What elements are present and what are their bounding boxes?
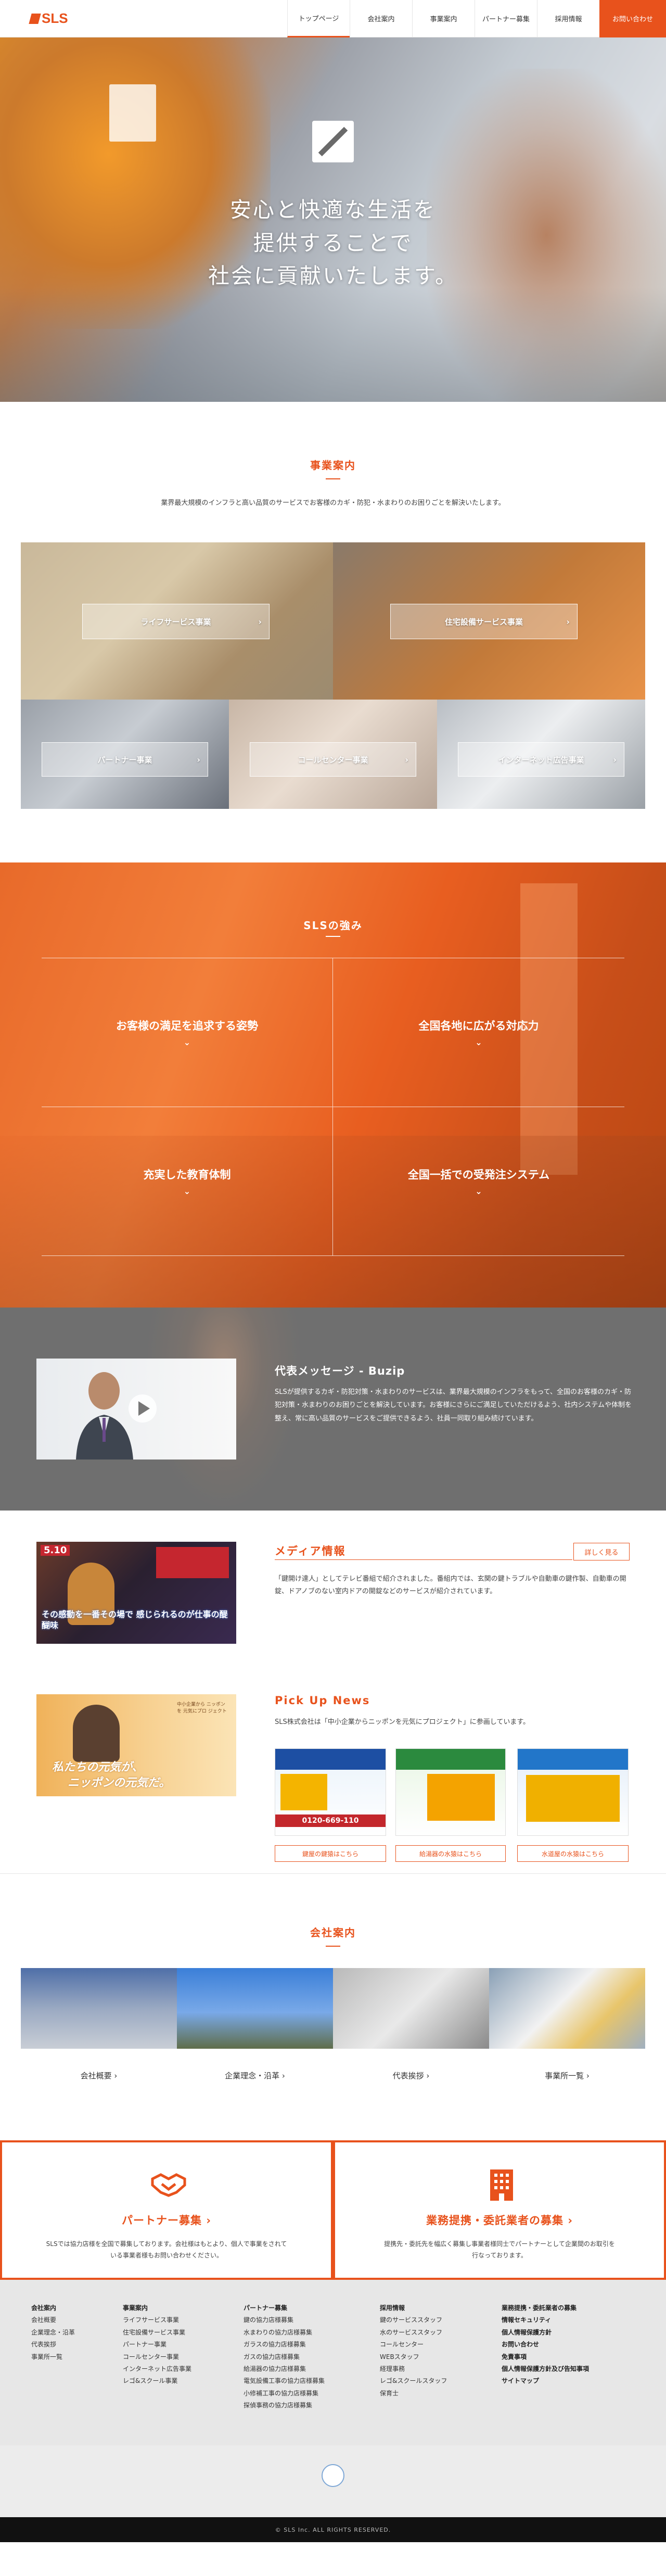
brand-emblem-icon (312, 121, 354, 162)
business-section: 事業案内 業界最大規模のインフラと高い品質のサービスでお客様のカギ・防犯・水まわ… (0, 402, 666, 809)
chevron-right-icon: › (405, 754, 408, 765)
privacy-mark-icon (322, 2464, 344, 2487)
message-section: 代表メッセージ - Buzip SLSが提供するカギ・防犯対策・水まわりのサービ… (0, 1308, 666, 1511)
pickup-title: Pick Up News (275, 1694, 370, 1707)
strength-item-order-system[interactable]: 全国一括での受発注システム ⌄ (333, 1107, 624, 1256)
chevron-right-icon: › (613, 754, 617, 765)
business-tiles: ライフサービス事業 › 住宅設備サービス事業 › パートナー事業 › コールセンター事… (21, 542, 645, 809)
pickup-thumbnail[interactable]: 中小企業から ニッポンを 元気にプロ ジェクト 私たちの元気が、 ニッポンの元気… (36, 1694, 236, 1796)
hero-title: 安心と快適な生活を 提供することで 社会に貢献いたします。 (208, 197, 458, 289)
strength-item-coverage[interactable]: 全国各地に広がる対応力 ⌄ (333, 958, 624, 1107)
business-partner-box[interactable]: 業務提携・委託業者の募集 › 提携先・委託先を幅広く募集し事業者様同士でパートナ… (333, 2140, 666, 2280)
strength-item-education[interactable]: 充実した教育体制 ⌄ (42, 1107, 333, 1256)
nav-item-business[interactable]: 事業案内 (412, 0, 475, 37)
tile-callcenter[interactable]: コールセンター事業 › (229, 700, 437, 809)
footer-col-business: 事業案内 ライフサービス事業 住宅設備サービス事業 パートナー事業 コールセンタ… (123, 2304, 192, 2385)
strengths-section: SLSの強み お客様の満足を追求する姿勢 ⌄ 全国各地に広がる対応力 ⌄ 充実した教… (0, 862, 666, 1308)
message-title: 代表メッセージ - Buzip (275, 1365, 405, 1377)
building-icon (487, 2168, 516, 2201)
company-overview-image[interactable] (21, 1968, 177, 2049)
media-body: 「鍵開け達人」としてテレビ番組で紹介されました。番組内では、玄関の鍵トラブルや自… (275, 1575, 626, 1596)
partner-recruit-box[interactable]: パートナー募集 › SLSでは協力店様を全国で募集しております。会社様はもとより… (0, 2140, 333, 2280)
company-link-overview[interactable]: 会社概要 › (21, 2070, 177, 2081)
footer-col-company: 会社案内 会社概要 企業理念・沿革 代表挨拶 事業所一覧 (31, 2304, 75, 2361)
hero: 安心と快適な生活を 提供することで 社会に貢献いたします。 (0, 37, 666, 402)
offices-image[interactable] (489, 1968, 645, 2049)
link-key-button[interactable]: 鍵屋の鍵猿はこちら (275, 1845, 386, 1862)
nav-item-recruit[interactable]: 採用情報 (537, 0, 599, 37)
company-links: 会社概要 › 企業理念・沿革 › 代表挨拶 › 事業所一覧 › (21, 1968, 645, 2088)
copyright: © SLS Inc. ALL RIGHTS RESERVED. (0, 2517, 666, 2542)
message-body: SLSが提供するカギ・防犯対策・水まわりのサービスは、業界最大規模のインフラをも… (275, 1388, 632, 1423)
pickup-section: 中小企業から ニッポンを 元気にプロ ジェクト 私たちの元気が、 ニッポンの元気… (0, 1694, 666, 1873)
footer-col-recruit: 採用情報 鍵のサービススタッフ 水のサービススタッフ コールセンター WEBスタ… (380, 2304, 447, 2397)
nav-item-top[interactable]: トップページ (287, 0, 350, 37)
chevron-right-icon: › (566, 616, 570, 627)
pickup-body: SLS株式会社は「中小企業からニッポンを元気にプロジェクト」に参画しています。 (275, 1718, 530, 1726)
link-water-heater-button[interactable]: 給湯器の水猿はこちら (395, 1845, 506, 1862)
company-link-greeting[interactable]: 代表挨拶 › (333, 2070, 489, 2081)
company-link-philosophy[interactable]: 企業理念・沿革 › (177, 2070, 333, 2081)
tile-housing-service[interactable]: 住宅設備サービス事業 › (333, 542, 645, 700)
nav-item-company[interactable]: 会社案内 (350, 0, 412, 37)
id-badge-image (109, 84, 156, 142)
chevron-down-icon: ⌄ (475, 1186, 482, 1196)
logo-mark-icon (29, 13, 41, 24)
media-more-button[interactable]: 詳しく見る (573, 1543, 630, 1560)
media-section: 5.10 その感動を一番その場で 感じられるのが仕事の醍醐味 メディア情報 詳し… (0, 1511, 666, 1694)
ad-water-banner[interactable] (517, 1748, 629, 1836)
site-logo[interactable]: SLS (29, 10, 68, 27)
media-title: メディア情報 (275, 1545, 346, 1557)
strength-item-satisfaction[interactable]: お客様の満足を追求する姿勢 ⌄ (42, 958, 333, 1107)
ceo-video-thumbnail[interactable] (36, 1359, 236, 1460)
strengths-grid: お客様の満足を追求する姿勢 ⌄ 全国各地に広がる対応力 ⌄ 充実した教育体制 ⌄ 全国… (42, 958, 624, 1256)
link-water-button[interactable]: 水道屋の水猿はこちら (517, 1845, 629, 1862)
section-title: 事業案内 (310, 459, 356, 472)
company-philosophy-image[interactable] (177, 1968, 333, 2049)
footer-col-other: 業務提携・委託業者の募集 情報セキュリティ 個人情報保護方針 お問い合わせ 免責… (502, 2304, 590, 2385)
tile-internet-ads[interactable]: インターネット広告事業 › (437, 700, 645, 809)
ad-key-banner[interactable]: 0120-669-110 (275, 1748, 386, 1836)
recruit-section: パートナー募集 › SLSでは協力店様を全国で募集しております。会社様はもとより… (0, 2140, 666, 2280)
handshake-icon (150, 2168, 187, 2200)
tile-partner[interactable]: パートナー事業 › (21, 700, 229, 809)
section-title: SLSの強み (303, 919, 363, 932)
chevron-down-icon: ⌄ (475, 1037, 482, 1047)
chevron-down-icon: ⌄ (183, 1037, 191, 1047)
tile-life-service[interactable]: ライフサービス事業 › (21, 542, 333, 700)
global-nav: トップページ 会社案内 事業案内 パートナー募集 採用情報 お問い合わせ (287, 0, 666, 37)
contact-button[interactable]: お問い合わせ (599, 0, 666, 37)
section-title: 会社案内 (310, 1926, 356, 1939)
company-link-offices[interactable]: 事業所一覧 › (489, 2070, 645, 2081)
chevron-right-icon: › (258, 616, 262, 627)
chevron-down-icon: ⌄ (183, 1186, 191, 1196)
site-footer: 会社案内 会社概要 企業理念・沿革 代表挨拶 事業所一覧 事業案内 ライフサービ… (0, 2280, 666, 2517)
chevron-right-icon: › (197, 754, 200, 765)
nav-item-partner[interactable]: パートナー募集 (475, 0, 537, 37)
company-section: 会社案内 会社概要 › 企業理念・沿革 › 代表挨拶 › 事業所一覧 › (0, 1874, 666, 2140)
logo-text: SLS (42, 10, 68, 26)
media-thumbnail[interactable]: 5.10 その感動を一番その場で 感じられるのが仕事の醍醐味 (36, 1542, 236, 1644)
site-header: SLS トップページ 会社案内 事業案内 パートナー募集 採用情報 お問い合わせ (0, 0, 666, 37)
section-lead: 業界最大規模のインフラと高い品質のサービスでお客様のカギ・防犯・水まわりのお困り… (161, 499, 505, 507)
ad-water-heater-banner[interactable] (395, 1748, 506, 1836)
footer-col-partner: パートナー募集 鍵の協力店様募集 水まわりの協力店様募集 ガラスの協力店様募集 … (244, 2304, 325, 2409)
ceo-greeting-image[interactable] (333, 1968, 489, 2049)
